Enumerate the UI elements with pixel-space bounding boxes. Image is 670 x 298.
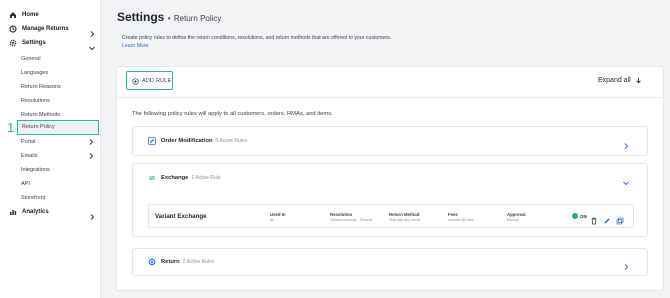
add-rule-label: ADD RULE bbox=[142, 77, 172, 84]
nav-api[interactable]: API bbox=[21, 179, 99, 189]
col-resolution-value: Variant exchange - Exhanfe bbox=[330, 218, 373, 222]
rule-count: 2 Active Rules bbox=[182, 259, 215, 265]
col-return-method-value: Ship with any carrier bbox=[389, 218, 421, 222]
nav-home[interactable]: Home bbox=[9, 9, 99, 21]
col-fees-header: Fees bbox=[448, 212, 458, 217]
nav-emails[interactable]: Emails bbox=[21, 151, 99, 161]
rule-name: Order Modification bbox=[161, 138, 213, 144]
col-fees-value: Includes $0 fees bbox=[448, 218, 474, 222]
col-used-in-header: Used In bbox=[270, 212, 286, 217]
nav-return-policy[interactable]: Return Policy bbox=[17, 120, 99, 135]
toggle-label: ON bbox=[580, 213, 587, 219]
rule-count: 1 Active Rule bbox=[191, 175, 221, 181]
expand-all-button[interactable]: Expand all bbox=[598, 77, 642, 84]
page-title-main: Settings bbox=[117, 10, 165, 24]
info-text: The following policy rules will apply to… bbox=[132, 111, 333, 117]
nav-manage-returns[interactable]: Manage Returns bbox=[9, 23, 99, 37]
rule-count: 0 Active Rules bbox=[215, 138, 248, 144]
nav-portal[interactable]: Portal bbox=[21, 137, 99, 147]
nav-integrations[interactable]: Integrations bbox=[21, 165, 99, 175]
nav-settings[interactable]: Settings bbox=[9, 37, 99, 51]
page-description: Create policy rules to define the return… bbox=[122, 35, 392, 41]
arrow-down-icon bbox=[635, 77, 642, 84]
nav-storefront[interactable]: Storefront bbox=[21, 193, 99, 203]
col-used-in-value: All bbox=[270, 218, 274, 222]
col-return-method-header: Return Method bbox=[389, 212, 420, 217]
add-rule-button[interactable]: ADD RULE bbox=[126, 71, 173, 90]
nav-analytics-label: Analytics bbox=[22, 209, 49, 215]
chevron-right-icon bbox=[87, 152, 95, 160]
rule-name: Return bbox=[161, 259, 180, 265]
trash-icon[interactable] bbox=[590, 212, 598, 225]
chevron-right-icon[interactable] bbox=[622, 258, 630, 270]
nav-home-label: Home bbox=[22, 12, 39, 18]
chevron-right-icon bbox=[88, 25, 96, 37]
plus-circle-icon bbox=[132, 72, 139, 90]
edit-icon[interactable] bbox=[603, 212, 611, 224]
nav-return-policy-label: Return Policy bbox=[22, 124, 55, 130]
col-approval: Approval Manual bbox=[507, 212, 526, 222]
rule-header-exchange: Exchange 1 Active Rule bbox=[148, 173, 221, 183]
exchange-icon bbox=[148, 169, 156, 187]
chevron-right-icon[interactable] bbox=[622, 137, 630, 149]
expand-all-label: Expand all bbox=[598, 77, 631, 84]
card-divider bbox=[116, 97, 664, 98]
nav-general[interactable]: General bbox=[21, 54, 99, 64]
nav-languages[interactable]: Languages bbox=[21, 68, 99, 78]
edit-order-icon bbox=[148, 132, 156, 150]
nav-portal-label: Portal bbox=[21, 139, 36, 145]
col-resolution-header: Resolution bbox=[330, 212, 353, 217]
col-approval-value: Manual bbox=[507, 218, 519, 222]
nav-manage-returns-label: Manage Returns bbox=[22, 26, 69, 32]
variant-name: Variant Exchange bbox=[155, 213, 207, 220]
learn-more-link[interactable]: Learn More bbox=[122, 43, 149, 49]
page-subtitle: Return Policy bbox=[173, 14, 222, 23]
col-used-in: Used In All bbox=[270, 212, 286, 222]
bar-chart-icon bbox=[9, 208, 17, 216]
rule-header-return: Return 2 Active Rules bbox=[148, 257, 214, 267]
chevron-down-icon bbox=[88, 39, 96, 51]
nav-settings-label: Settings bbox=[22, 40, 46, 46]
sidebar: Home Manage Returns Settings General Lan… bbox=[0, 0, 101, 298]
chevron-down-icon[interactable] bbox=[622, 174, 630, 186]
status-toggle[interactable]: ON bbox=[572, 213, 587, 219]
col-resolution: Resolution Variant exchange - Exhanfe bbox=[330, 212, 373, 222]
variant-exchange-row[interactable]: Variant Exchange Used In All Resolution … bbox=[148, 204, 634, 228]
chevron-right-icon bbox=[88, 208, 96, 220]
nav-resolutions[interactable]: Resolutions bbox=[21, 96, 99, 106]
toggle-on-indicator bbox=[572, 213, 578, 219]
chevron-right-icon bbox=[87, 138, 95, 146]
col-approval-header: Approval bbox=[507, 212, 526, 217]
step-marker-1: 1 bbox=[7, 120, 15, 135]
nav-emails-label: Emails bbox=[21, 153, 38, 159]
copy-icon[interactable] bbox=[616, 212, 624, 225]
return-icon bbox=[148, 253, 156, 271]
nav-analytics[interactable]: Analytics bbox=[9, 206, 99, 220]
gear-icon bbox=[9, 39, 17, 47]
page-title-separator: • bbox=[167, 14, 171, 23]
page-title: Settings • Return Policy bbox=[117, 10, 221, 24]
col-return-method: Return Method Ship with any carrier bbox=[389, 212, 421, 222]
nav-return-reasons[interactable]: Return Reasons bbox=[21, 82, 99, 92]
home-icon bbox=[9, 11, 17, 19]
returns-icon bbox=[9, 25, 17, 33]
rule-name: Exchange bbox=[161, 175, 189, 181]
rule-header-order-modification: Order Modification 0 Active Rules bbox=[148, 136, 247, 146]
col-fees: Fees Includes $0 fees bbox=[448, 212, 474, 222]
nav-return-methods[interactable]: Return Methods bbox=[21, 110, 99, 120]
